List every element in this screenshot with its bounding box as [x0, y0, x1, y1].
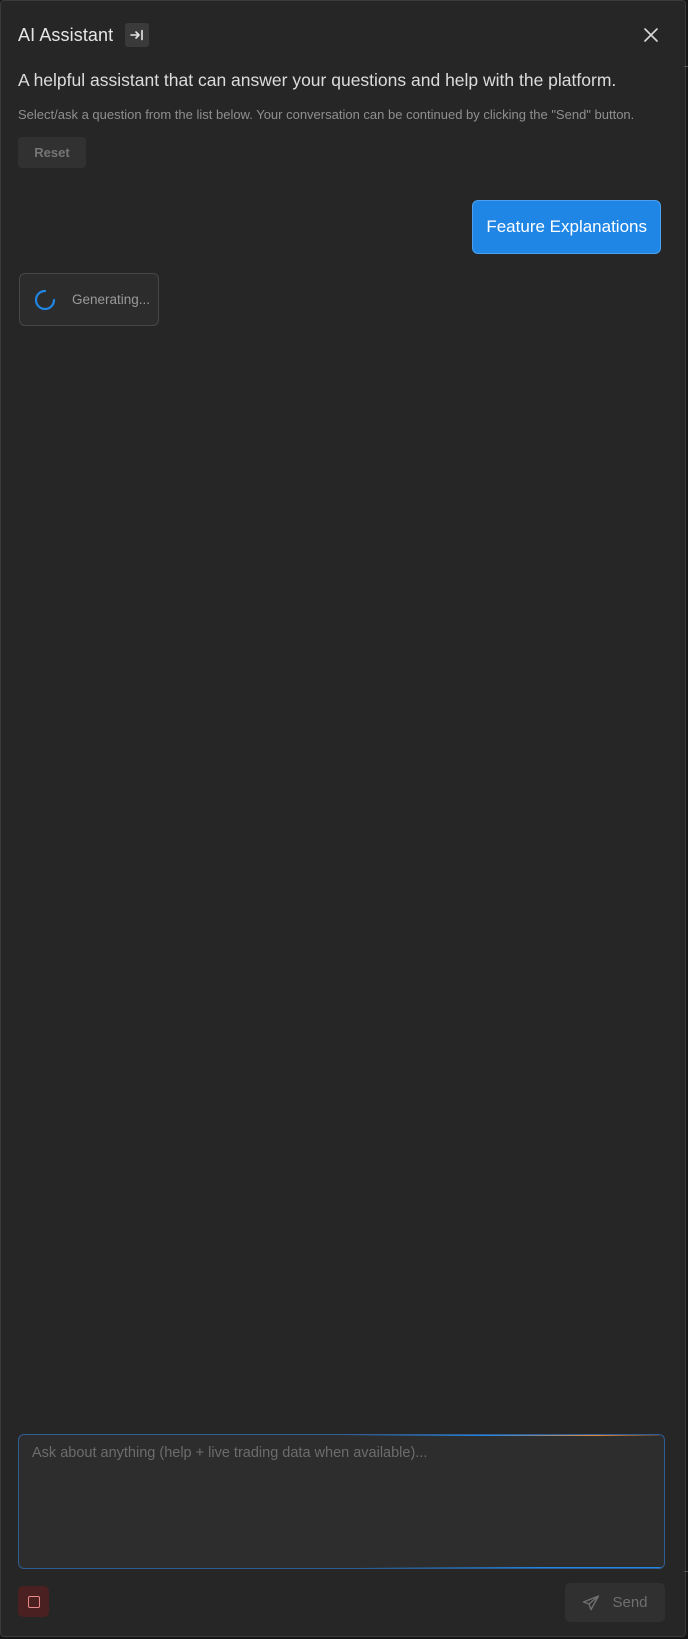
- input-glow-bottom: [359, 1567, 664, 1568]
- dock-panel-button[interactable]: [125, 23, 150, 47]
- panel-header: AI Assistant: [18, 21, 150, 49]
- ai-assistant-panel: AI Assistant A helpful assistant that ca…: [0, 0, 686, 1637]
- stop-icon: [27, 1595, 40, 1608]
- reset-button[interactable]: Reset: [18, 137, 86, 168]
- close-button[interactable]: [639, 23, 663, 47]
- panel-title: AI Assistant: [18, 24, 114, 45]
- input-glow-top: [339, 1435, 659, 1436]
- message-input[interactable]: [32, 1445, 651, 1558]
- arrow-right-to-bar-icon: [130, 29, 144, 41]
- stop-generation-button[interactable]: [18, 1586, 49, 1617]
- spinner-icon: [33, 288, 57, 312]
- message-input-container: [18, 1434, 665, 1569]
- send-button-label: Send: [612, 1594, 648, 1611]
- assistant-description: A helpful assistant that can answer your…: [18, 70, 617, 90]
- paper-plane-icon: [583, 1594, 600, 1610]
- edge-tick-bottom: [684, 1571, 688, 1572]
- generating-status-text: Generating...: [72, 292, 151, 307]
- send-button[interactable]: Send: [565, 1583, 665, 1622]
- close-icon: [644, 28, 658, 42]
- user-message-bubble: Feature Explanations: [472, 200, 661, 254]
- edge-tick-top: [684, 66, 688, 67]
- assistant-instructions: Select/ask a question from the list belo…: [18, 107, 635, 122]
- generating-indicator: Generating...: [19, 273, 159, 326]
